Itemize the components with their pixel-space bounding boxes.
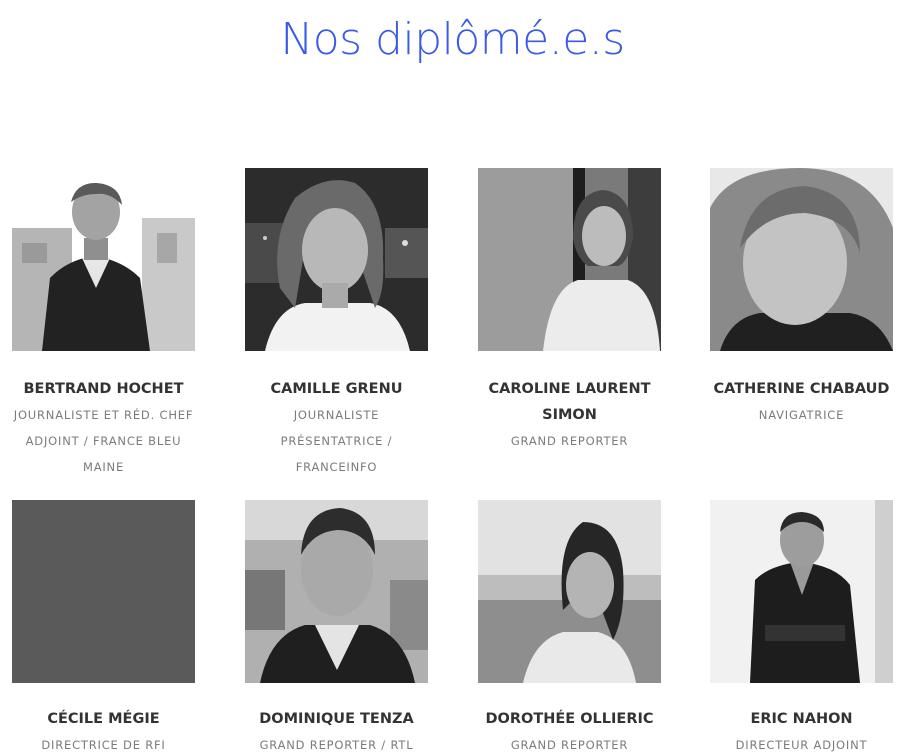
portrait-photo-icon	[478, 500, 661, 683]
portrait-photo-icon	[245, 500, 428, 683]
graduate-photo[interactable]	[12, 168, 195, 351]
graduate-name[interactable]: DOMINIQUE TENZA	[235, 706, 438, 732]
graduate-name[interactable]: SIMON	[468, 402, 671, 428]
graduate-name[interactable]: CÉCILE MÉGIE	[2, 706, 205, 732]
page-title: Nos diplômé.e.s	[280, 14, 625, 65]
graduates-page: Nos diplômé.e.s BERTRAND HOCHET JOURNALI…	[0, 0, 905, 754]
graduate-name[interactable]: BERTRAND HOCHET	[2, 376, 205, 402]
graduate-role: JOURNALISTE	[293, 408, 380, 422]
graduate-photo-placeholder[interactable]	[12, 500, 195, 683]
graduate-role: JOURNALISTE ET RÉD. CHEF	[13, 408, 194, 422]
graduate-role: FRANCEINFO	[295, 460, 378, 474]
portrait-photo-icon	[710, 168, 893, 351]
graduate-photo[interactable]	[478, 500, 661, 683]
graduate-photo[interactable]	[245, 500, 428, 683]
graduate-role: MAINE	[82, 460, 125, 474]
graduate-role: ADJOINT / FRANCE BLEU	[25, 434, 182, 448]
graduate-name[interactable]: ERIC NAHON	[700, 706, 903, 732]
graduate-photo[interactable]	[710, 168, 893, 351]
graduate-photo[interactable]	[245, 168, 428, 351]
graduate-role: GRAND REPORTER	[510, 434, 629, 448]
portrait-photo-icon	[478, 168, 661, 351]
graduate-name[interactable]: DOROTHÉE OLLIERIC	[468, 706, 671, 732]
portrait-photo-icon	[710, 500, 893, 683]
portrait-photo-icon	[245, 168, 428, 351]
graduate-name[interactable]: CAMILLE GRENU	[235, 376, 438, 402]
graduate-role: NAVIGATRICE	[758, 408, 845, 422]
graduate-photo[interactable]	[478, 168, 661, 351]
graduate-role: GRAND REPORTER	[510, 738, 629, 752]
portrait-photo-icon	[12, 168, 195, 351]
graduate-role: GRAND REPORTER / RTL	[259, 738, 414, 752]
graduate-role: DIRECTEUR ADJOINT	[735, 738, 868, 752]
graduate-name[interactable]: CATHERINE CHABAUD	[700, 376, 903, 402]
graduate-role: DIRECTRICE DE RFI	[41, 738, 166, 752]
graduate-name[interactable]: CAROLINE LAURENT	[468, 376, 671, 402]
graduate-photo[interactable]	[710, 500, 893, 683]
graduate-role: PRÉSENTATRICE /	[280, 434, 393, 448]
